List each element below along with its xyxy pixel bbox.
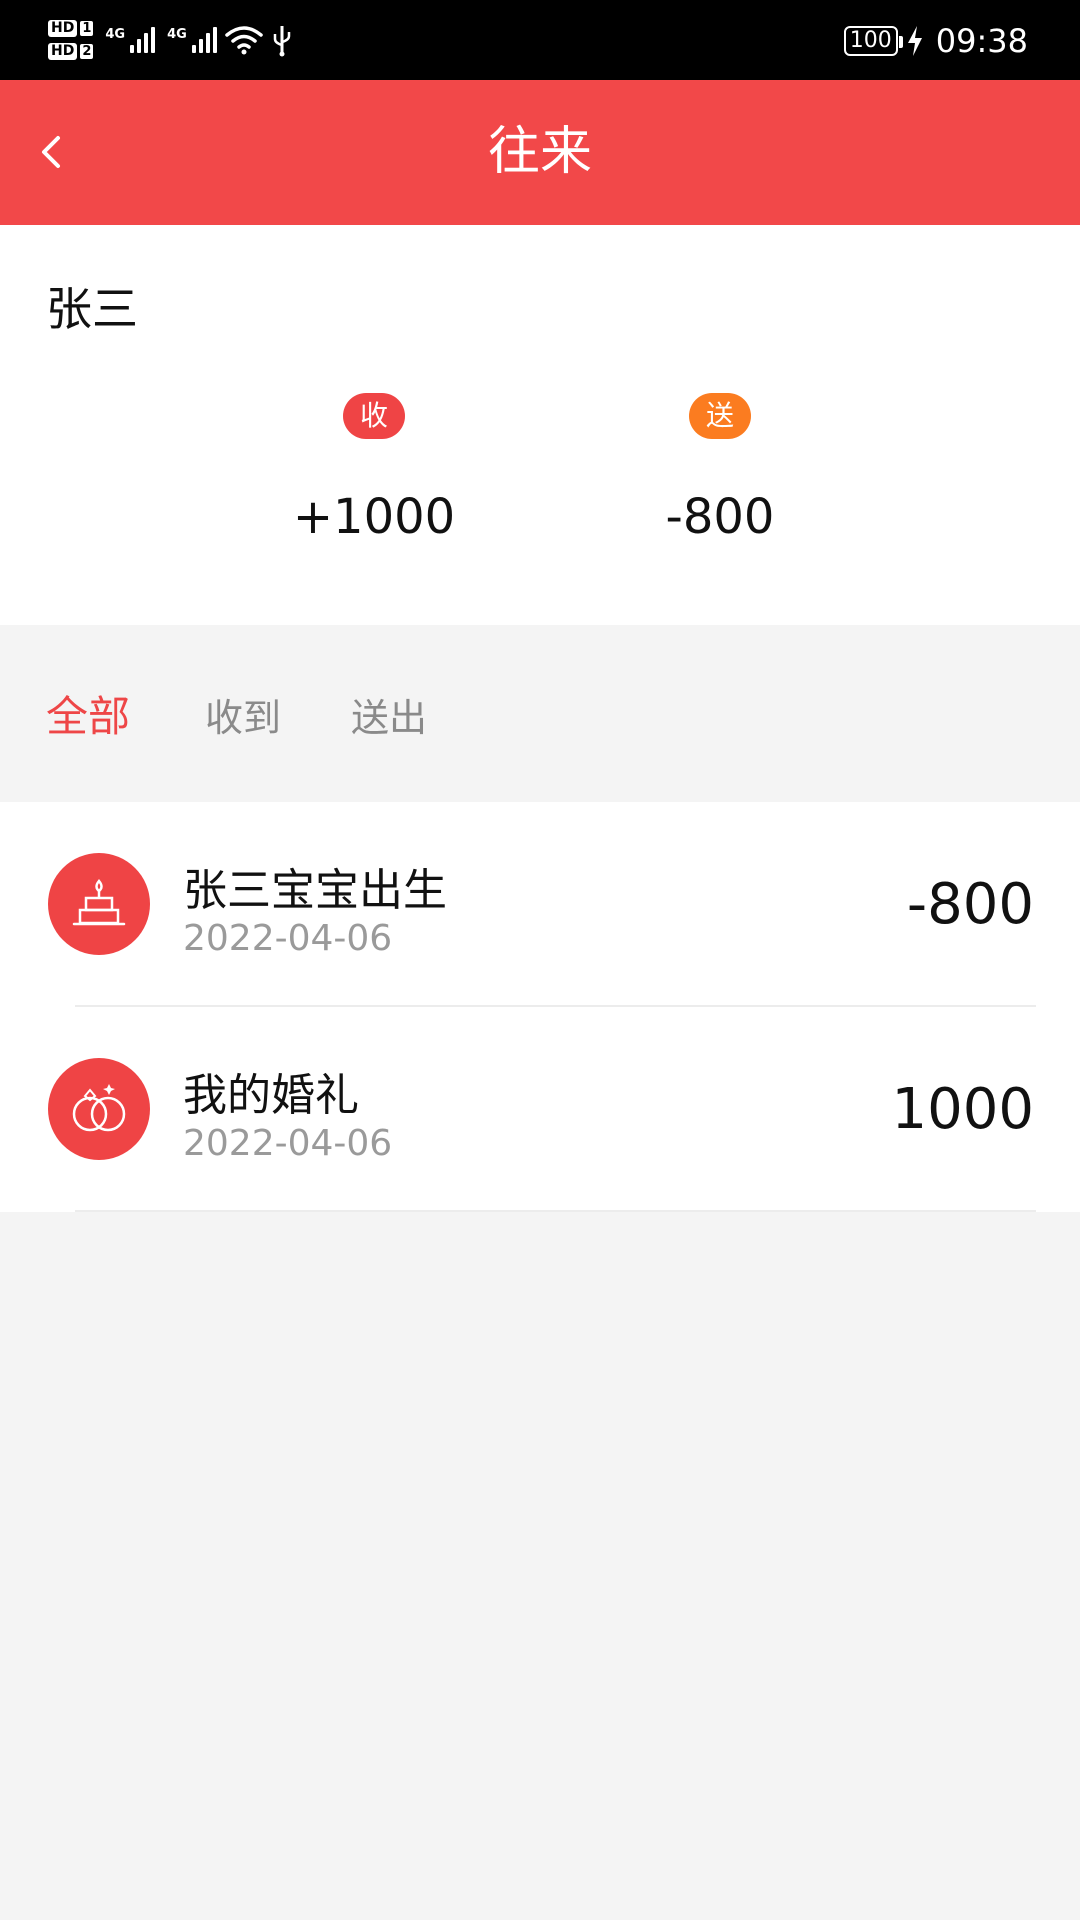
tab-sent[interactable]: 送出 [351,687,427,742]
record-date: 2022-04-06 [183,918,393,959]
status-bar: HD 1 HD 2 4G 4G 100 09:38 [0,0,1080,80]
hd-indicators: HD 1 HD 2 [48,20,94,60]
wedding-rings-icon [48,1058,150,1160]
status-bar-right: 100 09:38 [843,16,1028,66]
contact-summary: 张三 收 +1000 送 -800 [0,225,1080,625]
hd-label: HD [48,43,78,60]
network-type-label: 4G [167,27,187,42]
contact-name: 张三 [46,282,138,336]
signal-icon-1: 4G [105,27,156,53]
birthday-cake-icon [48,853,150,955]
list-item[interactable]: 张三宝宝出生 2022-04-06 -800 [0,802,1080,1007]
network-type-label: 4G [105,27,126,42]
app-header: 往来 [0,80,1080,225]
charging-bolt-icon [907,26,922,56]
record-title: 张三宝宝出生 [183,865,447,916]
sent-total: -800 [665,489,775,545]
sim-number: 1 [80,21,94,36]
status-bar-left: HD 1 HD 2 4G 4G [48,10,293,70]
record-amount: 1000 [891,1077,1034,1142]
hd-label: HD [48,20,78,37]
usb-icon [273,26,291,57]
record-amount: -800 [906,872,1034,937]
filter-tabs: 全部 收到 送出 [0,625,1080,802]
battery-icon: 100 [843,26,903,56]
received-badge: 收 [343,393,405,439]
page-title: 往来 [487,122,592,182]
record-title: 我的婚礼 [183,1070,359,1121]
divider [75,1210,1036,1212]
records-list: 张三宝宝出生 2022-04-06 -800 我的婚礼 2022-04-06 1… [0,802,1080,1212]
sent-summary: 送 -800 [590,393,850,545]
wifi-icon [225,26,263,55]
hd-indicator-2: HD 2 [48,43,94,60]
tab-all[interactable]: 全部 [46,683,130,744]
list-item[interactable]: 我的婚礼 2022-04-06 1000 [0,1007,1080,1212]
tab-received[interactable]: 收到 [205,687,281,742]
record-date: 2022-04-06 [183,1123,393,1164]
signal-icon-2: 4G [167,27,217,53]
sim-number: 2 [80,44,94,59]
sent-badge: 送 [689,393,751,439]
hd-indicator-1: HD 1 [48,20,94,37]
clock: 09:38 [935,22,1028,60]
received-summary: 收 +1000 [244,393,504,545]
received-total: +1000 [292,489,456,545]
